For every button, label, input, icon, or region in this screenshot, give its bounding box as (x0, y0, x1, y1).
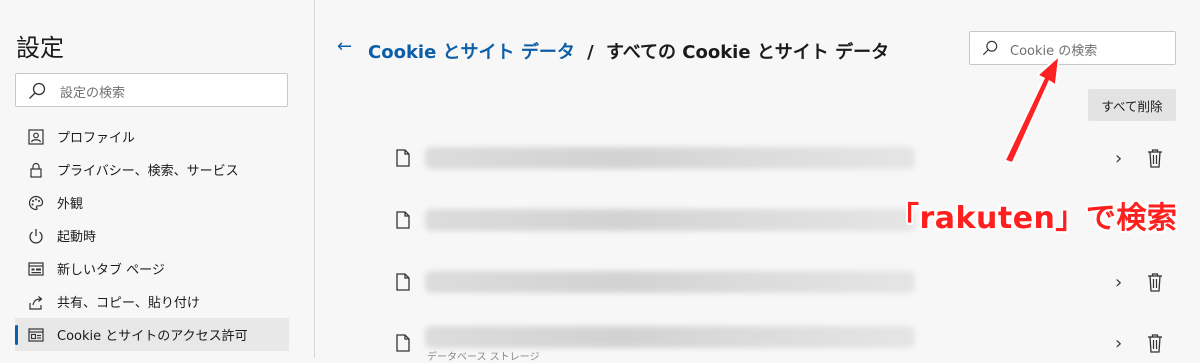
new-tab-icon (27, 260, 45, 278)
sidebar-item-cookies[interactable]: Cookie とサイトのアクセス許可 (15, 318, 289, 351)
sidebar-title: 設定 (16, 34, 64, 62)
breadcrumb-link[interactable]: Cookie とサイト データ (368, 42, 575, 63)
search-icon (29, 82, 46, 99)
chevron-right-icon[interactable]: › (1115, 272, 1122, 293)
row-caption: データベース ストレージ (427, 352, 540, 363)
settings-search-placeholder: 設定の検索 (60, 86, 126, 101)
sidebar-item-new-tab[interactable]: 新しいタブ ページ (15, 252, 289, 285)
sidebar-item-label: 新しいタブ ページ (57, 263, 165, 278)
blurred-site-name (425, 147, 915, 169)
annotation-callout: 「rakuten」で検索 (889, 201, 1178, 236)
trash-icon[interactable] (1147, 272, 1163, 292)
chevron-right-icon[interactable]: › (1115, 333, 1122, 354)
share-icon (27, 293, 45, 311)
file-icon (396, 149, 410, 167)
chevron-right-icon[interactable]: › (1115, 148, 1122, 169)
main-content: ← Cookie とサイト データ / すべての Cookie とサイト データ… (315, 0, 1200, 363)
palette-icon (27, 194, 45, 212)
power-icon (27, 227, 45, 245)
cookie-settings-icon (27, 326, 45, 344)
lock-icon (27, 161, 45, 179)
sidebar-item-label: 共有、コピー、貼り付け (57, 296, 200, 311)
sidebar-item-label: 外観 (57, 197, 84, 212)
file-icon (396, 334, 410, 352)
blurred-site-name (425, 209, 915, 231)
search-icon (982, 40, 998, 56)
blurred-site-name (425, 326, 915, 348)
back-arrow-icon[interactable]: ← (337, 36, 352, 57)
page-title: すべての Cookie とサイト データ (605, 42, 890, 63)
sidebar-item-label: Cookie とサイトのアクセス許可 (57, 329, 248, 344)
list-item[interactable]: › データベース ストレージ (395, 300, 1175, 363)
file-icon (396, 211, 410, 229)
sidebar-item-startup[interactable]: 起動時 (15, 219, 289, 252)
sidebar-item-label: プライバシー、検索、サービス (57, 164, 239, 179)
settings-sidebar: 設定 設定の検索 プロファイル プライバシー、検索、サービス 外観 起動時 新し… (0, 0, 315, 358)
settings-nav: プロファイル プライバシー、検索、サービス 外観 起動時 新しいタブ ページ 共… (15, 120, 289, 351)
sidebar-item-share[interactable]: 共有、コピー、貼り付け (15, 285, 289, 318)
settings-search-input[interactable]: 設定の検索 (15, 73, 288, 107)
breadcrumb-separator: / (587, 42, 594, 63)
sidebar-item-profile[interactable]: プロファイル (15, 120, 289, 153)
trash-icon[interactable] (1147, 333, 1163, 353)
sidebar-item-label: プロファイル (57, 131, 136, 146)
cookie-search-placeholder: Cookie の検索 (1010, 44, 1098, 59)
list-item[interactable]: › (395, 131, 1175, 187)
sidebar-item-appearance[interactable]: 外観 (15, 186, 289, 219)
file-icon (396, 273, 410, 291)
breadcrumb: Cookie とサイト データ / すべての Cookie とサイト データ (368, 38, 889, 64)
sidebar-item-label: 起動時 (57, 230, 97, 245)
trash-icon[interactable] (1147, 148, 1163, 168)
blurred-site-name (425, 271, 915, 293)
delete-all-button[interactable]: すべて削除 (1088, 89, 1176, 121)
profile-icon (27, 128, 45, 146)
sidebar-item-privacy[interactable]: プライバシー、検索、サービス (15, 153, 289, 186)
cookie-search-input[interactable]: Cookie の検索 (969, 31, 1176, 65)
